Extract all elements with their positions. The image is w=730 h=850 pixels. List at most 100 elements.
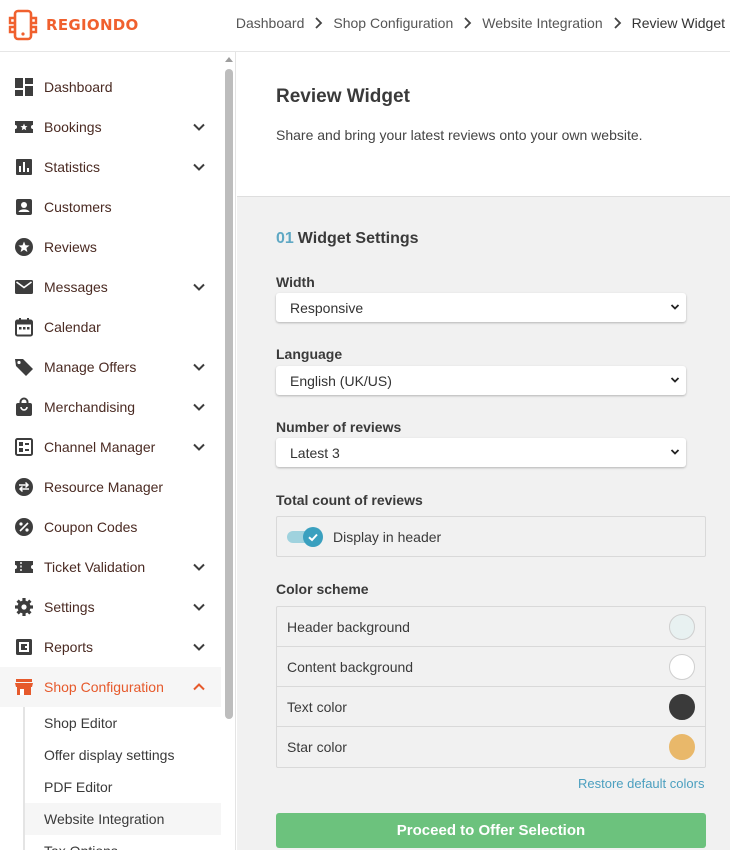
sidebar-item-dashboard[interactable]: Dashboard	[0, 67, 221, 107]
sidebar-item-statistics[interactable]: Statistics	[0, 147, 221, 187]
toggle-label: Display in header	[333, 528, 442, 545]
color-row-label: Star color	[287, 739, 347, 755]
storefront-icon	[14, 677, 34, 697]
sidebar-item-label: Settings	[44, 599, 95, 615]
sidebar-item-label: Resource Manager	[44, 479, 164, 495]
sidebar-item-bookings[interactable]: Bookings	[0, 107, 221, 147]
star-circle-icon	[14, 237, 34, 257]
chevron-right-icon	[463, 17, 472, 29]
chevron-down-icon[interactable]	[191, 439, 207, 455]
sidebar-item-resource-manager[interactable]: Resource Manager	[0, 467, 221, 507]
page-description: Share and bring your latest reviews onto…	[276, 127, 643, 143]
tag-icon	[14, 357, 34, 377]
calendar-icon	[14, 317, 34, 337]
submenu-item-website-integration[interactable]: Website Integration	[23, 803, 221, 835]
display-in-header-toggle[interactable]	[287, 526, 323, 547]
breadcrumb-dashboard[interactable]: Dashboard	[236, 15, 305, 31]
language-select[interactable]: English (UK/US)	[276, 366, 686, 395]
total-count-label: Total count of reviews	[276, 492, 423, 508]
color-row-label: Content background	[287, 658, 414, 675]
sidebar-item-label: Reports	[44, 639, 94, 655]
submenu-item-tax-options[interactable]: Tax Options	[23, 835, 221, 850]
sidebar-scrollbar-thumb[interactable]	[225, 69, 233, 719]
toggle-knob	[303, 526, 323, 547]
width-label: Width	[276, 274, 315, 290]
sidebar-item-customers[interactable]: Customers	[0, 187, 221, 227]
sidebar-item-calendar[interactable]: Calendar	[0, 307, 221, 347]
color-swatch-content-background[interactable]	[669, 654, 695, 680]
chevron-down-icon[interactable]	[191, 639, 207, 655]
sidebar-item-label: Reviews	[44, 239, 97, 255]
brand-logo[interactable]: REGIONDO	[8, 8, 139, 42]
color-swatch-header-background[interactable]	[669, 614, 695, 640]
proceed-button[interactable]: Proceed to Offer Selection	[276, 813, 706, 848]
sidebar-item-label: Ticket Validation	[44, 559, 146, 575]
gear-icon	[14, 597, 34, 617]
page-header: Review Widget Share and bring your lates…	[237, 52, 730, 197]
sidebar-item-channel-manager[interactable]: Channel Manager	[0, 427, 221, 467]
width-select[interactable]: Responsive	[276, 293, 686, 322]
sidebar-item-label: Messages	[44, 279, 108, 295]
submenu-item-shop-editor[interactable]: Shop Editor	[23, 707, 221, 739]
num-reviews-label: Number of reviews	[276, 419, 402, 435]
sidebar-item-coupon-codes[interactable]: Coupon Codes	[0, 507, 221, 547]
restore-default-colors-link[interactable]: Restore default colors	[578, 776, 704, 791]
chevron-right-icon	[314, 17, 323, 29]
color-swatch-text-color[interactable]	[669, 694, 695, 720]
color-row-label: Header background	[287, 618, 410, 635]
submenu-item-offer-display-settings[interactable]: Offer display settings	[23, 739, 221, 771]
bar-chart-icon	[14, 157, 34, 177]
chevron-down-icon[interactable]	[191, 399, 207, 415]
sidebar-item-ticket-validation[interactable]: Ticket Validation	[0, 547, 221, 587]
num-reviews-select[interactable]: Latest 3	[276, 438, 686, 467]
check-icon	[308, 533, 318, 541]
chevron-down-icon[interactable]	[191, 119, 207, 135]
sidebar-item-label: Manage Offers	[44, 359, 137, 375]
chevron-down-icon[interactable]	[191, 159, 207, 175]
shopping-bag-icon	[14, 397, 34, 417]
widget-settings-heading: 01 Widget Settings	[276, 230, 419, 248]
sidebar-item-label: Calendar	[44, 319, 101, 335]
section-title: Widget Settings	[297, 230, 419, 247]
num-reviews-select-value: Latest 3	[290, 444, 340, 461]
swap-circle-icon	[14, 477, 34, 497]
chevron-up-icon[interactable]	[191, 679, 207, 695]
sidebar: Dashboard Bookings Statistics Customers …	[0, 52, 236, 850]
chevron-down-icon[interactable]	[191, 359, 207, 375]
chevron-down-icon[interactable]	[191, 279, 207, 295]
ticket-star-icon	[14, 117, 34, 137]
sidebar-item-shop-configuration[interactable]: Shop Configuration	[0, 667, 221, 707]
sidebar-item-messages[interactable]: Messages	[0, 267, 221, 307]
ticket-icon	[14, 557, 34, 577]
top-header: REGIONDO Dashboard Shop Configuration We…	[0, 0, 730, 52]
sidebar-nav: Dashboard Bookings Statistics Customers …	[0, 67, 221, 850]
language-label: Language	[276, 346, 343, 362]
total-count-toggle-row: Display in header	[276, 516, 706, 557]
color-scheme-label: Color scheme	[276, 581, 369, 597]
sidebar-item-label: Channel Manager	[44, 439, 156, 455]
scroll-up-arrow-icon[interactable]	[225, 57, 233, 62]
sidebar-item-label: Coupon Codes	[44, 519, 138, 535]
breadcrumb-shop-configuration[interactable]: Shop Configuration	[333, 15, 453, 31]
chevron-right-icon	[613, 17, 622, 29]
color-row-label: Text color	[287, 698, 347, 715]
color-scheme-list: Header background Content background Tex…	[276, 606, 706, 768]
brand-name: REGIONDO	[46, 16, 139, 34]
sidebar-item-reports[interactable]: Reports	[0, 627, 221, 667]
sidebar-item-merchandising[interactable]: Merchandising	[0, 387, 221, 427]
percent-circle-icon	[14, 517, 34, 537]
sidebar-item-manage-offers[interactable]: Manage Offers	[0, 347, 221, 387]
step-number: 01	[276, 230, 294, 247]
submenu-item-pdf-editor[interactable]: PDF Editor	[23, 771, 221, 803]
sidebar-item-reviews[interactable]: Reviews	[0, 227, 221, 267]
sidebar-item-settings[interactable]: Settings	[0, 587, 221, 627]
chevron-down-icon[interactable]	[191, 599, 207, 615]
dashboard-icon	[14, 77, 34, 97]
sidebar-item-label: Statistics	[44, 159, 101, 175]
report-icon	[14, 637, 34, 657]
sidebar-item-label: Bookings	[44, 119, 102, 135]
color-swatch-star-color[interactable]	[669, 734, 695, 760]
chevron-down-icon	[670, 449, 680, 455]
chevron-down-icon[interactable]	[191, 559, 207, 575]
breadcrumb-website-integration[interactable]: Website Integration	[482, 15, 602, 31]
